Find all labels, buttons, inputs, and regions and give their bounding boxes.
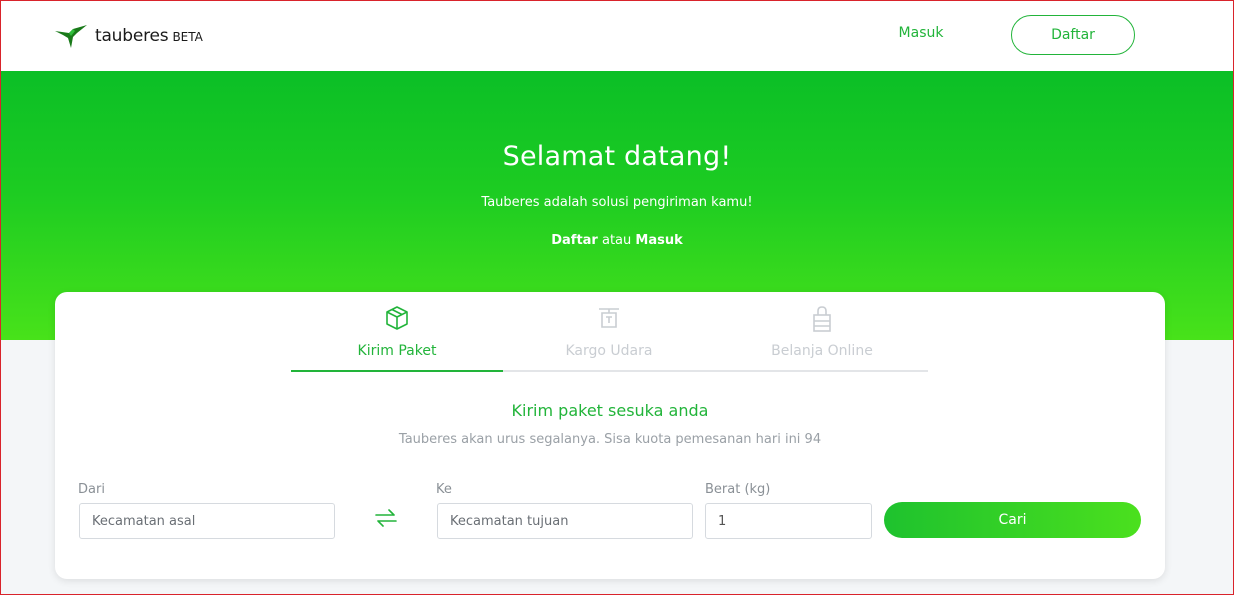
service-tabs: Kirim Paket Kargo Udara Belanja Online — [291, 292, 928, 372]
weight-label: Berat (kg) — [705, 482, 771, 497]
brand-name: tauberes — [95, 26, 169, 46]
hero-register-link[interactable]: Daftar — [551, 233, 598, 248]
hero-login-link[interactable]: Masuk — [635, 233, 682, 248]
search-button[interactable]: Cari — [884, 502, 1141, 538]
beta-badge: BETA — [172, 30, 203, 44]
hero-title: Selamat datang! — [502, 141, 732, 172]
shopping-bag-icon — [813, 306, 831, 332]
tab-label: Kargo Udara — [565, 343, 653, 359]
shipping-form-card: Kirim Paket Kargo Udara Belanja Online K… — [55, 292, 1165, 579]
tab-kargo-udara[interactable]: Kargo Udara — [503, 292, 715, 372]
tab-label: Kirim Paket — [357, 343, 437, 359]
hero-subtitle: Tauberes adalah solusi pengiriman kamu! — [481, 195, 753, 210]
form-subtitle: Tauberes akan urus segalanya. Sisa kuota… — [398, 432, 822, 447]
to-district-input[interactable] — [437, 503, 693, 539]
cargo-plane-icon — [599, 308, 619, 328]
tab-label: Belanja Online — [771, 343, 873, 359]
tab-kirim-paket[interactable]: Kirim Paket — [291, 292, 503, 372]
hero-connector: atau — [601, 233, 632, 248]
to-label: Ke — [436, 482, 452, 497]
from-label: Dari — [78, 482, 105, 497]
form-title: Kirim paket sesuka anda — [511, 401, 709, 420]
brand-logo[interactable]: tauberes BETA — [53, 21, 203, 51]
register-button[interactable]: Daftar — [1011, 15, 1135, 55]
weight-input[interactable] — [705, 503, 872, 539]
swap-icon[interactable] — [374, 508, 398, 528]
tab-belanja-online[interactable]: Belanja Online — [716, 292, 928, 372]
package-icon — [386, 306, 408, 330]
top-navbar: tauberes BETA Masuk Daftar — [1, 1, 1233, 71]
login-link[interactable]: Masuk — [881, 25, 961, 47]
hero-auth-links: Daftar atau Masuk — [1, 233, 1233, 248]
bird-logo-icon — [55, 25, 87, 48]
from-district-input[interactable] — [79, 503, 335, 539]
